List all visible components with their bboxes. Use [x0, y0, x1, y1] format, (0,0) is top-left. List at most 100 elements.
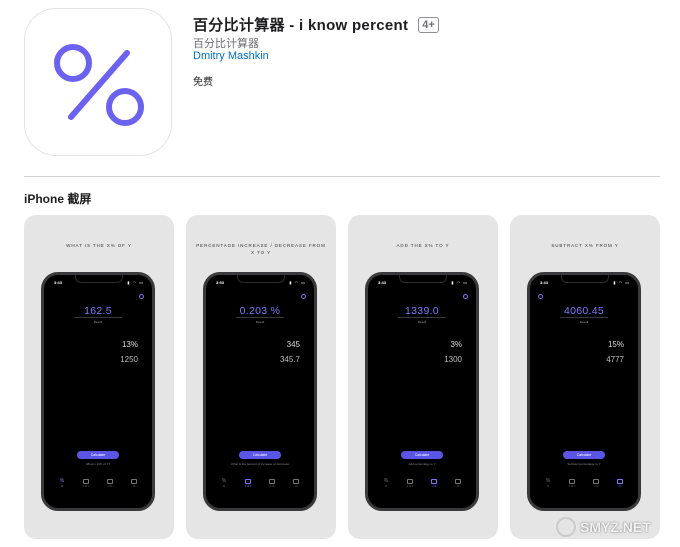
phone-frame: 3:43 ▮ ◠ ▭ 1339.0 Result 3% 1300 Calculate Add …	[365, 272, 479, 511]
tab-label: X of Y	[244, 485, 252, 488]
tab-item[interactable]: %%	[214, 478, 234, 489]
calculate-button: Calculate	[77, 451, 119, 459]
tab-item[interactable]: +%	[100, 479, 120, 488]
tab-item[interactable]: X of Y	[400, 479, 420, 488]
percent-tab-icon: %	[545, 478, 551, 484]
tab-item[interactable]: -%	[610, 479, 630, 488]
price-label: 免费	[193, 77, 213, 88]
input-x: 13%	[121, 340, 138, 349]
tab-label: %	[60, 485, 64, 488]
phone-notch	[561, 275, 609, 283]
hint-text: What is the percent of increase or decre…	[230, 462, 290, 466]
tab-label: -%	[294, 485, 298, 488]
calculator-tab-icon	[407, 479, 413, 484]
tab-label: -%	[618, 485, 622, 488]
calculator-tab-icon	[593, 479, 599, 484]
tab-label: %	[546, 485, 550, 488]
screenshots-section-title: iPhone 截屏	[24, 192, 92, 206]
tab-item[interactable]: X of Y	[238, 479, 258, 488]
app-subtitle: 百分比计算器	[193, 38, 259, 50]
input-x: 3%	[450, 340, 462, 349]
developer-link[interactable]: Dmitry Mashkin	[193, 50, 269, 62]
settings-gear-icon	[463, 294, 468, 299]
tab-label: X of Y	[406, 485, 414, 488]
result-underline	[236, 317, 284, 318]
status-time: 3:43	[540, 280, 549, 285]
status-time: 3:43	[378, 280, 387, 285]
result-value: 1339.0	[405, 305, 439, 317]
phone-notch	[75, 275, 123, 283]
percent-tab-icon: %	[383, 478, 389, 484]
hint-text: Subtract percentage to Y	[567, 462, 601, 466]
result-label: Result	[255, 320, 265, 324]
phone-frame: 3:53 ▮ ◠ ▭ 0.203 % Result 345 345.7 Calculate W…	[203, 272, 317, 511]
tab-label: %	[384, 485, 388, 488]
calculator-tab-icon	[431, 479, 437, 484]
tab-item[interactable]: +%	[586, 479, 606, 488]
result-underline	[398, 317, 446, 318]
tab-item[interactable]: -%	[448, 479, 468, 488]
screenshot-card[interactable]: PERCENTAGE INCREASE / DECREASE FROM X TO…	[186, 215, 336, 539]
calculator-tab-icon	[245, 479, 251, 484]
hint-text: What is 13% of Y?	[85, 462, 111, 466]
tab-item[interactable]: X of Y	[76, 479, 96, 488]
status-icons: ▮ ◠ ▭	[289, 280, 306, 285]
tab-item[interactable]: %%	[52, 478, 72, 489]
status-time: 3:53	[216, 280, 225, 285]
divider	[24, 176, 660, 177]
screenshot-caption: ADD THE X% TO Y	[396, 243, 450, 248]
calculate-button: Calculate	[563, 451, 605, 459]
age-rating-badge: 4+	[418, 16, 439, 33]
input-y: 4777	[606, 355, 624, 364]
watermark-text: SMYZ.NET	[580, 519, 651, 535]
tab-item[interactable]: -%	[124, 479, 144, 488]
screenshot-card[interactable]: SUBTRACT X% FROM Y 3:43 ▮ ◠ ▭ 4060.45 Result…	[510, 215, 660, 539]
status-icons: ▮ ◠ ▭	[451, 280, 468, 285]
result-label: Result	[579, 320, 589, 324]
tab-label: +%	[594, 485, 598, 488]
tab-bar: %% X of Y +% -%	[44, 479, 152, 499]
result-label: Result	[417, 320, 427, 324]
tab-item[interactable]: +%	[424, 479, 444, 488]
tab-label: -%	[132, 485, 136, 488]
percent-tab-icon: %	[59, 478, 65, 484]
result-value: 162.5	[84, 305, 112, 317]
phone-notch	[237, 275, 285, 283]
settings-gear-icon	[139, 294, 144, 299]
tab-label: X of Y	[568, 485, 576, 488]
watermark-logo-icon	[556, 517, 576, 537]
tab-label: +%	[108, 485, 112, 488]
settings-gear-icon	[301, 294, 306, 299]
hint-text: Add percentage to Y	[408, 462, 436, 466]
phone-frame: 3:43 ▮ ◠ ▭ 4060.45 Result 15% 4777 Calculate Su…	[527, 272, 641, 511]
screenshot-card[interactable]: WHAT IS THE X% OF Y 3:43 ▮ ◠ ▭ 162.5 Result 1…	[24, 215, 174, 539]
result-underline	[74, 317, 122, 318]
calculator-tab-icon	[569, 479, 575, 484]
input-x: 345	[286, 340, 300, 349]
tab-item[interactable]: %%	[538, 478, 558, 489]
tab-label: %	[222, 485, 226, 488]
result-value: 0.203 %	[239, 305, 281, 317]
tab-label: +%	[432, 485, 436, 488]
calculator-tab-icon	[131, 479, 137, 484]
input-x: 15%	[607, 340, 624, 349]
screenshot-card[interactable]: ADD THE X% TO Y 3:43 ▮ ◠ ▭ 1339.0 Result 3% 13…	[348, 215, 498, 539]
tab-item[interactable]: %%	[376, 478, 396, 489]
screenshot-caption: WHAT IS THE X% OF Y	[66, 243, 132, 248]
title-row: 百分比计算器 - i know percent 4+	[193, 14, 439, 35]
result-label: Result	[93, 320, 103, 324]
tab-item[interactable]: -%	[286, 479, 306, 488]
tab-item[interactable]: +%	[262, 479, 282, 488]
calculator-tab-icon	[455, 479, 461, 484]
input-y: 1300	[444, 355, 462, 364]
phone-frame: 3:43 ▮ ◠ ▭ 162.5 Result 13% 1250 Calculate What…	[41, 272, 155, 511]
screenshot-caption: PERCENTAGE INCREASE / DECREASE FROM X TO…	[196, 243, 326, 255]
status-icons: ▮ ◠ ▭	[613, 280, 630, 285]
percent-tab-icon: %	[221, 478, 227, 484]
tab-item[interactable]: X of Y	[562, 479, 582, 488]
input-y: 345.7	[279, 355, 300, 364]
phone-notch	[399, 275, 447, 283]
app-title: 百分比计算器 - i know percent	[193, 17, 409, 34]
watermark: SMYZ.NET	[556, 512, 676, 542]
result-value: 4060.45	[563, 305, 605, 317]
